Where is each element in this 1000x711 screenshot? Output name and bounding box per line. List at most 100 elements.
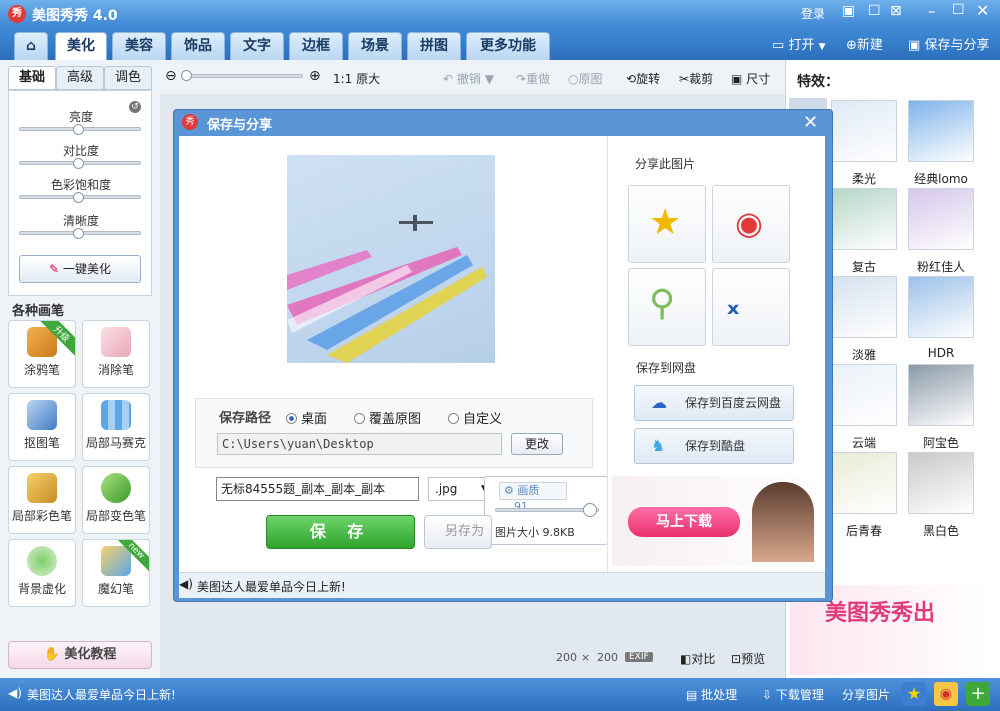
skin-icon[interactable]: ☐: [868, 3, 881, 19]
saturation-slider-handle[interactable]: [73, 192, 84, 203]
original-image-button[interactable]: ○原图: [568, 70, 603, 87]
resize-button[interactable]: ▣ 尺寸: [731, 70, 770, 87]
download-button[interactable]: ⇩ 下载管理: [762, 686, 824, 703]
folder-icon: ▭: [772, 38, 785, 53]
cloud-title: 保存到网盘: [636, 361, 697, 375]
rotate-button[interactable]: ⟲旋转: [626, 70, 660, 87]
maximize-icon[interactable]: ☐: [952, 2, 965, 18]
plus-icon: ⊕: [846, 38, 857, 53]
brush-cutout[interactable]: 抠图笔: [8, 393, 76, 461]
save-share-button[interactable]: ▣ 保存与分享: [908, 34, 989, 53]
brush-eraser[interactable]: 消除笔: [82, 320, 150, 388]
save-baidu-cloud-button[interactable]: ☁ 保存到百度云网盘: [634, 385, 794, 421]
brush-recolor[interactable]: 局部变色笔: [82, 466, 150, 534]
brushes-title: 各种画笔: [12, 304, 65, 319]
effect-thumbnail[interactable]: [831, 452, 897, 514]
tab-more[interactable]: 更多功能 ▼: [466, 32, 550, 80]
batch-button[interactable]: ▤ 批处理: [686, 686, 737, 703]
sharpness-slider-handle[interactable]: [73, 228, 84, 239]
radio-custom[interactable]: 自定义: [448, 408, 502, 427]
effect-thumbnail[interactable]: [908, 364, 974, 426]
compare-button[interactable]: ◧对比: [680, 650, 715, 667]
login-link[interactable]: 登录: [801, 5, 825, 22]
save-path-label: 保存路径: [219, 411, 272, 426]
dialog-title: 保存与分享: [207, 118, 273, 133]
effect-thumbnail[interactable]: [831, 364, 897, 426]
share-qzone-button[interactable]: ★: [628, 185, 706, 263]
radio-overwrite[interactable]: 覆盖原图: [354, 408, 421, 427]
zoom-slider-handle[interactable]: [181, 70, 192, 81]
brightness-slider-handle[interactable]: [73, 124, 84, 135]
brush-bg-blur[interactable]: 背景虚化: [8, 539, 76, 607]
quality-header: ⚙ 画质 91: [499, 482, 567, 513]
mosaic-icon: [101, 400, 131, 430]
save-kupan-button[interactable]: ♞ 保存到酷盘: [634, 428, 794, 464]
status-news[interactable]: 美图达人最爱单品今日上新!: [27, 686, 176, 703]
tutorial-button[interactable]: ✋ 美化教程: [8, 641, 152, 669]
saturation-label: 色彩饱和度: [50, 178, 111, 192]
effect-thumbnail[interactable]: [831, 276, 897, 338]
save-button[interactable]: 保 存: [266, 515, 415, 549]
zoom-out-icon[interactable]: ⊖: [165, 68, 177, 84]
filename-field[interactable]: 无标84555题_副本_副本_副本: [216, 477, 419, 501]
add-share-icon[interactable]: +: [966, 682, 990, 706]
subtab-basic[interactable]: 基础: [8, 66, 56, 90]
effect-thumbnail[interactable]: [908, 276, 974, 338]
dialog-footer-news[interactable]: 美图达人最爱单品今日上新!: [197, 578, 346, 595]
tab-collage[interactable]: 拼图: [407, 32, 461, 60]
quality-slider-handle[interactable]: [582, 503, 597, 517]
zoom-in-icon[interactable]: ⊕: [309, 68, 321, 84]
save-as-button[interactable]: 另存为: [424, 515, 492, 549]
magic-pen-icon: [101, 546, 131, 576]
effect-thumbnail[interactable]: [908, 452, 974, 514]
change-path-button[interactable]: 更改: [511, 433, 563, 455]
radio-desktop[interactable]: 桌面: [286, 408, 327, 427]
brush-magic[interactable]: 魔幻笔 new: [82, 539, 150, 607]
brush-doodle[interactable]: 涂鸦笔 升级: [8, 320, 76, 388]
magic-icon: ✎: [49, 262, 60, 276]
tab-more-label: 更多功能: [480, 38, 536, 54]
download-now-button[interactable]: 马上下载: [628, 507, 740, 537]
effect-thumbnail[interactable]: [831, 100, 897, 162]
crop-button[interactable]: ✂裁剪: [679, 70, 713, 87]
redo-button[interactable]: ↷重做: [516, 70, 550, 87]
share-renren-button[interactable]: ᙮: [712, 268, 790, 346]
paint-brush-icon: [27, 473, 57, 503]
subtab-advanced[interactable]: 高级: [56, 66, 104, 90]
tab-scene[interactable]: 场景: [348, 32, 402, 60]
home-tab[interactable]: ⌂: [14, 32, 48, 60]
preview-button[interactable]: ⊡预览: [731, 650, 765, 667]
share-weibo-button[interactable]: ◉: [712, 185, 790, 263]
qzone-star-icon[interactable]: ★: [902, 682, 926, 706]
tab-frame[interactable]: 边框: [289, 32, 343, 60]
tab-beauty[interactable]: 美容: [112, 32, 166, 60]
exif-button[interactable]: EXIF: [625, 652, 653, 662]
undo-button[interactable]: ↶ 撤销 ▼: [443, 70, 494, 87]
dialog-close-icon[interactable]: ✕: [803, 112, 818, 133]
effect-thumbnail[interactable]: [831, 188, 897, 250]
close-icon[interactable]: ✕: [976, 1, 989, 20]
share-pengyou-button[interactable]: ⚲: [628, 268, 706, 346]
zoom-slider[interactable]: [185, 74, 303, 78]
subtab-color[interactable]: 调色: [104, 66, 152, 90]
effect-thumbnail[interactable]: [908, 188, 974, 250]
minimize-icon[interactable]: –: [928, 2, 936, 20]
effect-thumbnail[interactable]: [908, 100, 974, 162]
effect-label: HDR: [927, 346, 955, 360]
save-path-field[interactable]: C:\Users\yuan\Desktop: [217, 433, 502, 455]
open-button[interactable]: ▭ 打开 ▼: [772, 34, 826, 53]
new-button[interactable]: ⊕新建: [846, 34, 883, 53]
message-icon[interactable]: ▣: [842, 3, 855, 19]
weibo-icon[interactable]: ◉: [934, 682, 958, 706]
tab-text[interactable]: 文字: [230, 32, 284, 60]
brush-local-color[interactable]: 局部彩色笔: [8, 466, 76, 534]
brush-mosaic[interactable]: 局部马赛克: [82, 393, 150, 461]
contrast-slider-handle[interactable]: [73, 158, 84, 169]
tab-accessories[interactable]: 饰品: [171, 32, 225, 60]
adjust-panel: ↺ 亮度 对比度 色彩饱和度 清晰度 ✎ 一键美化: [8, 90, 152, 296]
one-key-beautify-button[interactable]: ✎ 一键美化: [19, 255, 141, 283]
tab-beautify[interactable]: 美化: [55, 32, 107, 60]
settings-icon[interactable]: ⊠: [890, 3, 902, 19]
effect-label: 柔光: [851, 172, 876, 186]
original-size-button[interactable]: 1:1 原大: [333, 70, 380, 87]
